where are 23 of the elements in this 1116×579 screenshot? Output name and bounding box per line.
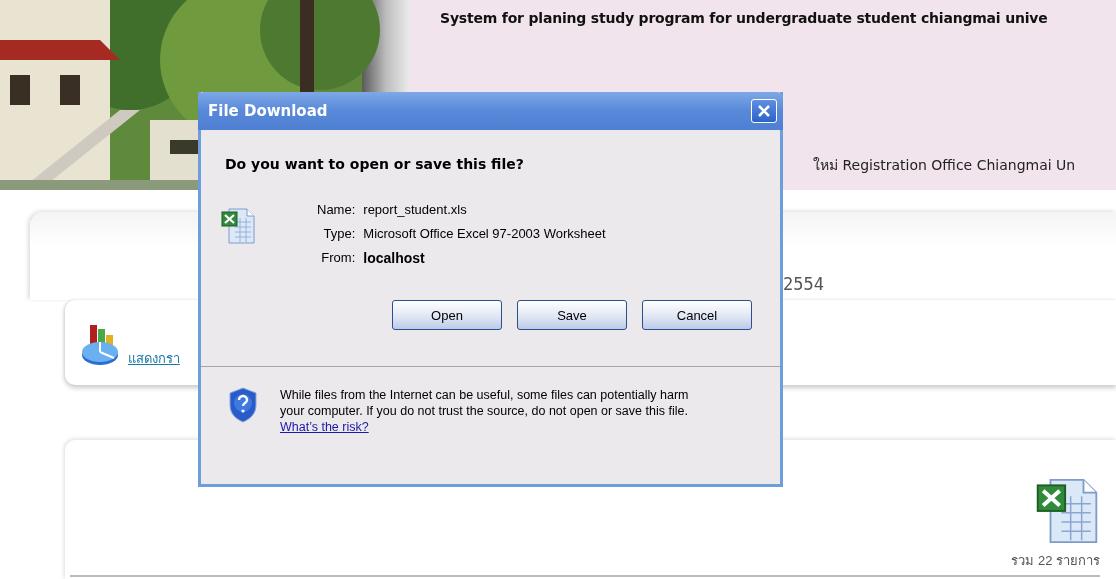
field-label: Name: — [317, 202, 356, 217]
window-title: File Download — [208, 102, 328, 120]
dialog-button[interactable]: Open — [392, 300, 502, 330]
field-label: Type: — [322, 226, 356, 241]
field-label: From: — [320, 250, 356, 266]
header-subtitle: ใหม่ Registration Office Chiangmai Un — [813, 156, 1076, 175]
year-text: 2554 — [783, 274, 824, 294]
excel-file-icon — [1034, 478, 1100, 544]
header-title: System for planing study program for undergraduate student chiangmai unive — [440, 10, 1049, 26]
security-shield-icon — [228, 387, 258, 423]
field-value: localhost — [363, 250, 426, 266]
field-value: report_student.xls — [363, 202, 468, 217]
chart-link[interactable]: แสดงกรา — [128, 348, 180, 369]
excel-file-icon — [221, 208, 255, 244]
dialog-question: Do you want to open or save this file? — [224, 155, 525, 172]
field-value: Microsoft Office Excel 97-2003 Worksheet — [363, 226, 606, 241]
dialog-button[interactable]: Save — [517, 300, 627, 330]
dialog-button[interactable]: Cancel — [642, 300, 752, 330]
warning-text: While files from the Internet can be useful, some files can potentially harm your computer. If you do not trust the source, do not open or save this file. What’s the risk? — [280, 387, 690, 435]
close-icon — [757, 104, 771, 118]
risk-link[interactable]: What’s the risk? — [280, 420, 369, 434]
close-button[interactable] — [751, 99, 777, 123]
total-count: รวม 22 รายการ — [1011, 552, 1100, 570]
